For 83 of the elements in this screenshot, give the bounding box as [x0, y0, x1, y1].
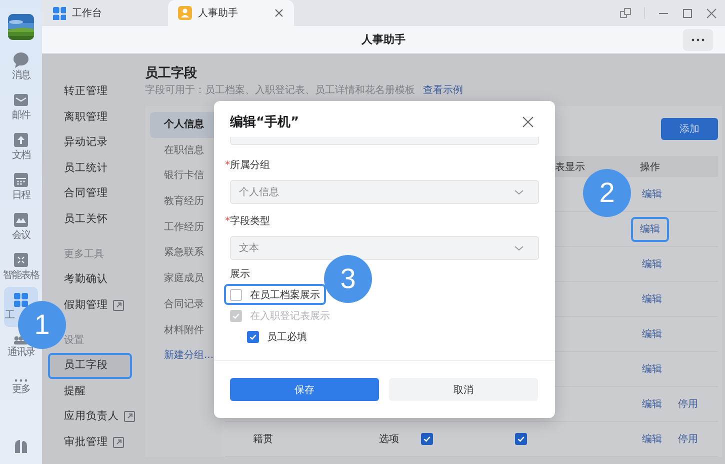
rail-item[interactable]: 文档	[4, 127, 38, 167]
rail-item[interactable]: 会议	[4, 207, 38, 247]
nav-item[interactable]: 应用负责人	[48, 404, 132, 430]
action-link[interactable]: 编辑	[640, 322, 664, 346]
dialog-title: 编辑“手机”	[230, 114, 300, 131]
nav-item[interactable]: 员工字段	[48, 353, 132, 378]
chat-icon	[13, 52, 29, 68]
tab[interactable]: 工作台	[42, 0, 168, 26]
dropdown[interactable]: 个人信息	[230, 180, 539, 204]
table-cell: 选项	[379, 434, 399, 445]
grid-icon	[13, 292, 29, 308]
grid-icon	[52, 6, 66, 20]
calendar-icon	[13, 172, 29, 188]
nav-item[interactable]: 员工统计	[48, 156, 132, 181]
tab[interactable]: 人事助手	[168, 0, 294, 26]
nav-item[interactable]: 合同管理	[48, 181, 132, 206]
rail-item[interactable]: 邮件	[4, 87, 38, 127]
rail-item[interactable]: 消息	[4, 47, 38, 87]
page-description: 字段可用于：员工档案、入职登记表、员工详情和花名册模板	[145, 84, 415, 97]
rail-item[interactable]: 日程	[4, 167, 38, 207]
cancel-button[interactable]: 取消	[389, 378, 538, 401]
input-field[interactable]	[230, 137, 539, 145]
action-link[interactable]: 编辑	[640, 392, 664, 416]
checkbox-option[interactable]: 员工必填	[241, 326, 313, 347]
field-label: *字段类型	[225, 215, 271, 229]
checkbox[interactable]	[421, 432, 433, 444]
chevron-down-icon	[514, 244, 524, 252]
close-button[interactable]	[521, 115, 535, 129]
table-cell: 籍贯	[253, 434, 273, 445]
document-icon	[13, 132, 29, 148]
column-header: 操作	[640, 160, 660, 174]
checkbox[interactable]	[515, 432, 527, 444]
window-icon[interactable]	[620, 8, 631, 18]
rail-item[interactable]: 更多	[4, 367, 38, 407]
example-link[interactable]: 查看示例	[423, 83, 463, 97]
nav-item[interactable]: 异动记录	[48, 130, 132, 156]
checkmark-icon	[423, 434, 431, 442]
checkbox-option[interactable]: 在员工档案展示	[224, 284, 326, 305]
checkbox-option: 在入职登记表展示	[224, 305, 336, 326]
nav-item[interactable]: 离职管理	[48, 104, 132, 130]
more-button[interactable]	[683, 28, 713, 50]
checkmark-icon	[249, 332, 257, 340]
section-label: 展示	[230, 269, 250, 281]
maximize-icon[interactable]	[682, 8, 693, 18]
action-link[interactable]: 编辑	[640, 358, 664, 380]
nav-item[interactable]: 考勤确认	[48, 267, 132, 292]
more-icon	[691, 38, 705, 42]
nav-item[interactable]: 审批管理	[48, 430, 132, 455]
nav-item[interactable]: 转正管理	[48, 79, 132, 104]
save-button[interactable]: 保存	[230, 378, 379, 401]
action-link[interactable]: 编辑	[640, 182, 664, 206]
action-link[interactable]: 编辑	[631, 216, 669, 242]
close-icon[interactable]	[274, 8, 284, 18]
add-button[interactable]: 添加	[661, 118, 718, 140]
table-icon	[13, 252, 29, 268]
mail-icon	[13, 92, 29, 108]
section-label: 设置	[63, 334, 84, 348]
nav-item[interactable]: 员工关怀	[48, 206, 132, 232]
action-link[interactable]: 编辑	[640, 252, 664, 276]
app-icon[interactable]	[13, 438, 29, 454]
external-link-icon[interactable]	[113, 436, 124, 448]
chevron-down-icon	[514, 188, 524, 196]
rail-item[interactable]: 智能表格	[4, 247, 38, 287]
page-title: 员工字段	[145, 66, 198, 82]
more-icon	[13, 378, 29, 382]
dropdown[interactable]: 文本	[230, 236, 539, 260]
field-label: *所属分组	[225, 159, 271, 173]
app-title: 人事助手	[362, 32, 406, 47]
nav-item[interactable]: 提醒	[48, 378, 132, 404]
checkbox[interactable]	[230, 288, 242, 300]
checkmark-icon	[517, 434, 525, 442]
action-link[interactable]: 编辑	[640, 288, 664, 310]
action-link[interactable]: 停用	[676, 428, 700, 450]
close-icon[interactable]	[706, 8, 717, 18]
section-label: 更多工具	[63, 248, 104, 262]
meeting-icon	[13, 212, 29, 228]
external-link-icon[interactable]	[113, 300, 124, 311]
person-icon	[178, 6, 192, 20]
checkbox[interactable]	[247, 330, 259, 342]
action-link[interactable]: 编辑	[640, 428, 664, 450]
external-link-icon[interactable]	[124, 411, 135, 422]
column-header: 表显示	[555, 162, 585, 172]
action-link[interactable]: 停用	[676, 392, 700, 416]
